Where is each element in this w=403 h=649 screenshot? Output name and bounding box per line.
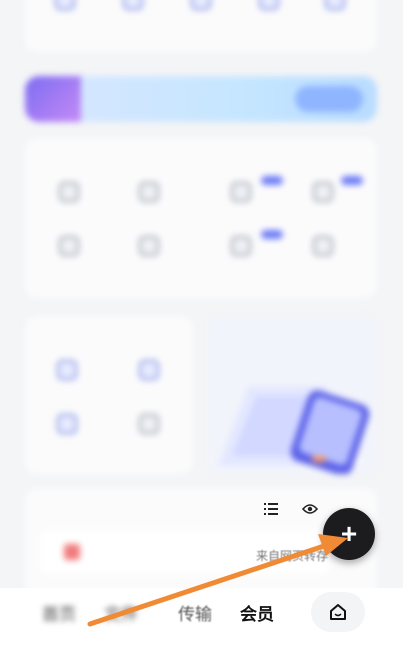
file-icon	[55, 0, 75, 10]
nav-transfer[interactable]: 传输	[178, 600, 212, 625]
promo-banner[interactable]	[25, 76, 377, 122]
eye-icon[interactable]	[301, 500, 319, 518]
file-type-icon	[64, 544, 80, 560]
new-badge	[261, 230, 283, 239]
featured-item[interactable]	[37, 360, 97, 386]
tool-item[interactable]	[119, 236, 179, 262]
nav-files[interactable]: 文件	[104, 600, 138, 625]
shortcut-item[interactable]	[305, 0, 365, 16]
shortcut-item[interactable]	[35, 0, 95, 16]
save-hint-text: 来自网页转存	[256, 549, 329, 563]
featured-item[interactable]	[119, 360, 179, 386]
image-icon	[123, 0, 143, 10]
nav-home[interactable]: 首页	[42, 600, 76, 625]
featured-item[interactable]	[37, 414, 97, 440]
add-button[interactable]: +	[323, 508, 375, 560]
app-icon	[139, 414, 159, 434]
new-badge	[341, 176, 363, 185]
ai-tool-item[interactable]	[211, 182, 271, 208]
promo-illustration-card[interactable]	[208, 316, 378, 474]
cloud-icon	[139, 182, 159, 202]
tool-item[interactable]	[39, 236, 99, 262]
doc-ai-icon	[231, 236, 251, 256]
tool-item[interactable]	[39, 182, 99, 208]
app-icon	[57, 414, 77, 434]
doc-icon	[259, 0, 279, 10]
shortcut-item[interactable]	[239, 0, 299, 16]
tool-icon	[313, 236, 333, 256]
nav-vip[interactable]: 会员	[240, 600, 274, 625]
app-icon	[57, 360, 77, 380]
shortcut-item[interactable]	[103, 0, 163, 16]
scan-icon	[139, 236, 159, 256]
home-button[interactable]	[311, 592, 365, 632]
plus-icon: +	[340, 518, 358, 549]
more-icon	[325, 0, 345, 10]
ai-tool-item[interactable]	[293, 182, 353, 208]
tool-item[interactable]	[119, 182, 179, 208]
settings-icon	[59, 236, 79, 256]
ai-tool-item[interactable]	[211, 236, 271, 262]
list-view-icon[interactable]	[262, 500, 280, 518]
featured-item[interactable]	[119, 414, 179, 440]
banner-graphic	[25, 76, 81, 122]
home-icon	[330, 604, 346, 620]
video-icon	[191, 0, 211, 10]
new-badge	[261, 176, 283, 185]
phone-illustration	[218, 386, 370, 474]
shortcut-item[interactable]	[171, 0, 231, 16]
ai-icon	[231, 182, 251, 202]
top-shortcuts-card	[25, 0, 377, 52]
tool-icon	[59, 182, 79, 202]
tools-card	[25, 138, 377, 298]
banner-button[interactable]	[295, 86, 363, 112]
ai-icon	[313, 182, 333, 202]
featured-card	[25, 316, 193, 474]
app-icon	[139, 360, 159, 380]
ai-tool-item[interactable]	[293, 236, 353, 262]
